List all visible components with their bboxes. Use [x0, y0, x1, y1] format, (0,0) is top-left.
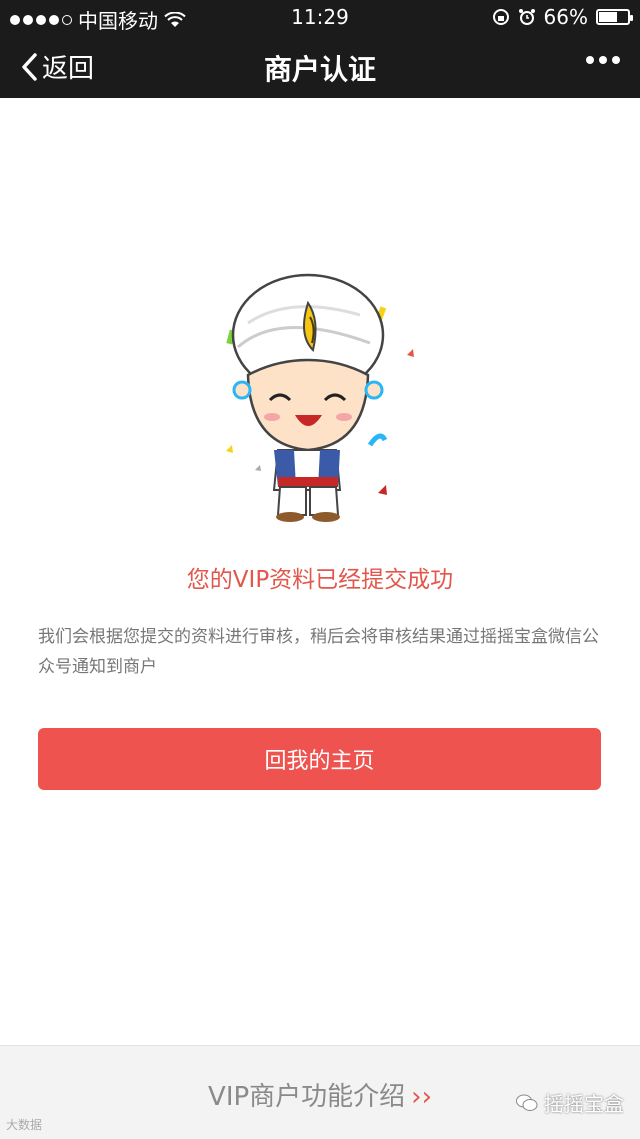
battery-icon: [596, 9, 633, 25]
return-home-button[interactable]: 回我的主页: [38, 728, 601, 790]
status-right: 66%: [492, 5, 633, 29]
watermark-label: 摇摇宝盒: [544, 1092, 624, 1116]
alarm-icon: [518, 9, 535, 25]
nav-bar: 返回 商户认证: [0, 34, 640, 98]
double-chevron-right-icon: ››: [411, 1082, 432, 1112]
bottom-bar: VIP商户功能介绍 ›› 大数据 摇摇宝盒: [0, 1045, 640, 1139]
battery-percent: 66%: [543, 5, 588, 29]
vip-feature-label: VIP商户功能介绍: [208, 1082, 406, 1112]
orientation-lock-icon: [492, 9, 509, 25]
wechat-icon: [516, 1094, 538, 1111]
top-bar: 中国移动 11:29 66% 返回 商户认证: [0, 0, 640, 98]
success-message: 您的VIP资料已经提交成功: [186, 567, 454, 593]
mascot-illustration: [226, 273, 414, 522]
status-bar: 中国移动 11:29 66%: [0, 0, 640, 34]
watermark-right: 摇摇宝盒: [516, 1088, 624, 1117]
more-menu-icon[interactable]: [586, 56, 620, 64]
review-description: 我们会根据您提交的资料进行审核，稍后会将审核结果通过摇摇宝盒微信公众号通知到商户: [38, 627, 599, 677]
watermark-left: 大数据: [6, 1118, 43, 1132]
page-title: 商户认证: [263, 53, 376, 86]
